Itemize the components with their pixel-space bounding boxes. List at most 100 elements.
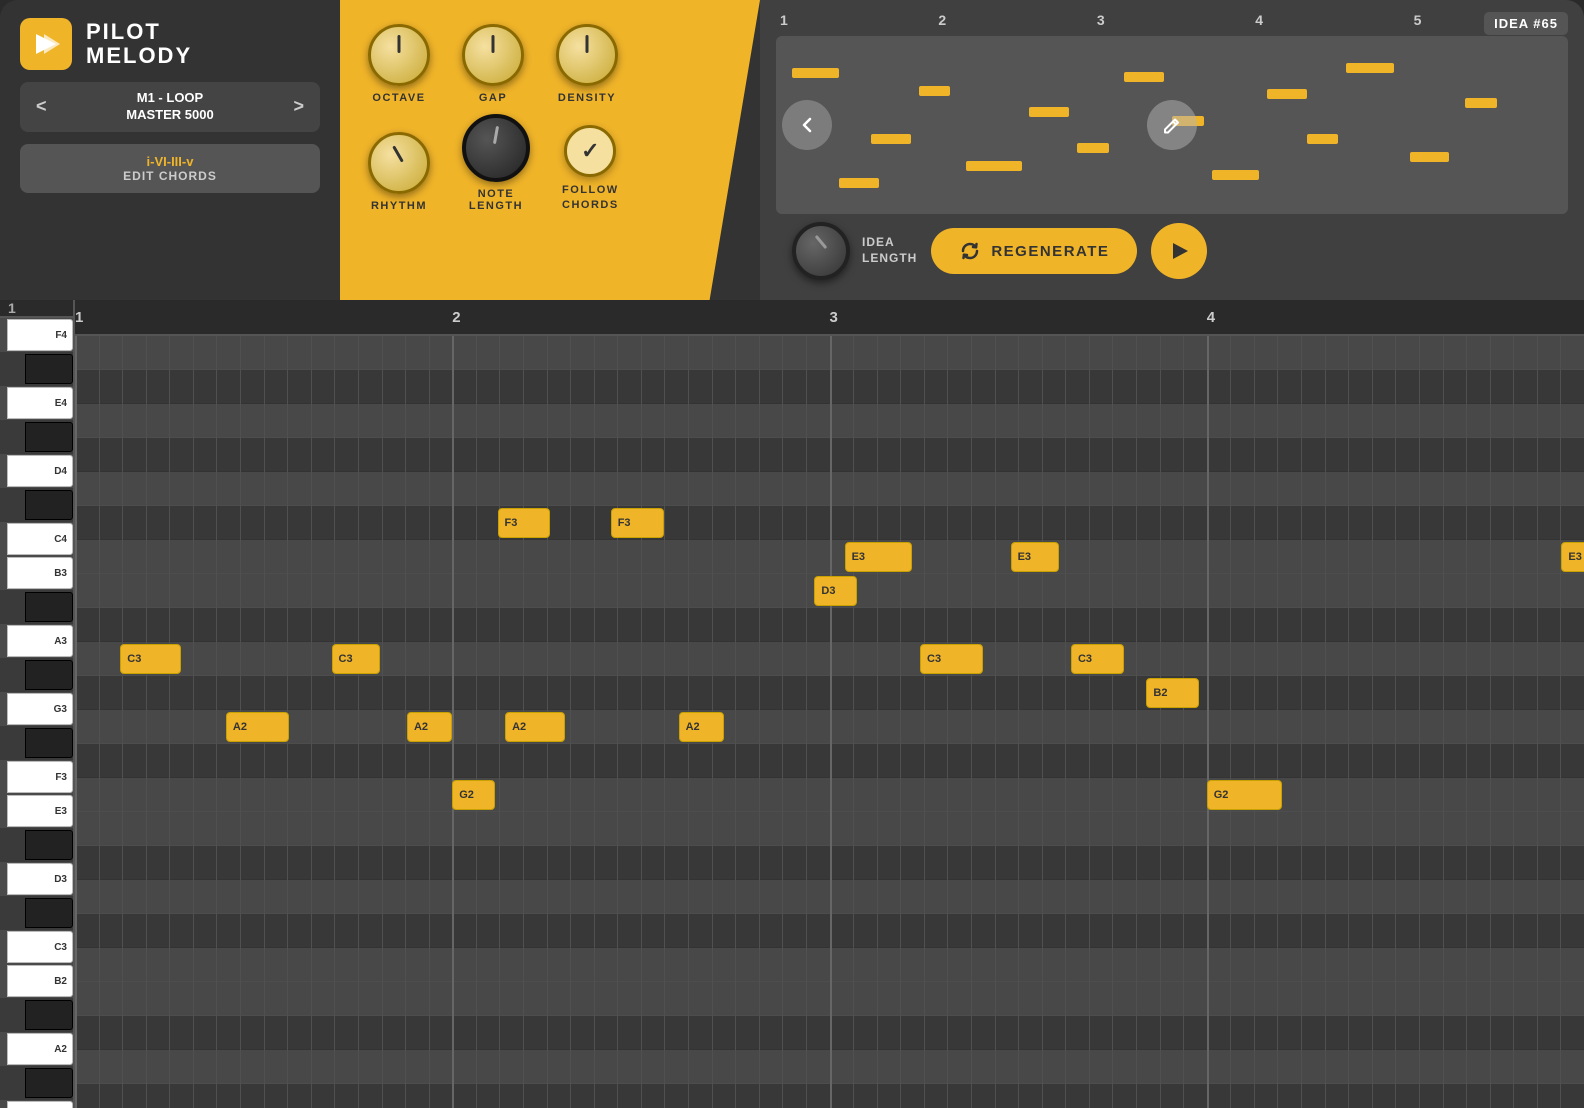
octave-knob-group: OCTAVE	[368, 24, 430, 104]
white-key[interactable]: D4	[7, 455, 73, 487]
preview-back-button[interactable]	[782, 100, 832, 150]
white-key[interactable]: B2	[7, 965, 73, 997]
grid-row	[75, 540, 1584, 574]
white-key[interactable]: D3	[7, 863, 73, 895]
grid-row	[75, 608, 1584, 642]
gap-label: GAP	[479, 92, 507, 104]
beat-number: 3	[830, 309, 838, 326]
piano-key-row: E3	[0, 794, 73, 828]
play-icon	[1168, 240, 1190, 262]
piano-key-row	[0, 420, 73, 454]
regenerate-label: REGENERATE	[991, 243, 1109, 260]
note-block[interactable]: G2	[1207, 780, 1282, 810]
piano-key-row	[0, 1066, 73, 1100]
preview-note	[1307, 134, 1339, 144]
piano-key-row	[0, 352, 73, 386]
preview-note	[1077, 143, 1109, 153]
grid-row	[75, 846, 1584, 880]
idea-length-label: IDEALENGTH	[862, 235, 917, 266]
preview-beat-numbers: 1 2 3 4 5	[776, 12, 1568, 28]
white-key[interactable]: E4	[7, 387, 73, 419]
white-key[interactable]: C4	[7, 523, 73, 555]
note-block[interactable]: E3	[1011, 542, 1059, 572]
piano-key-row: G2	[0, 1100, 73, 1108]
loop-next-button[interactable]: >	[283, 92, 314, 121]
white-key[interactable]: F3	[7, 761, 73, 793]
note-block[interactable]: D3	[814, 576, 856, 606]
grid-row	[75, 1050, 1584, 1084]
preview-note	[1267, 89, 1307, 99]
loop-prev-button[interactable]: <	[26, 92, 57, 121]
note-block[interactable]: F3	[611, 508, 664, 538]
piano-key-row	[0, 998, 73, 1032]
grid-row	[75, 404, 1584, 438]
rhythm-knob[interactable]	[368, 132, 430, 194]
top-bar: PILOT MELODY < M1 - LOOPMASTER 5000 > i-…	[0, 0, 1584, 300]
black-key[interactable]	[25, 354, 73, 384]
white-key[interactable]: G3	[7, 693, 73, 725]
white-key[interactable]: A2	[7, 1033, 73, 1065]
note-block[interactable]: A2	[407, 712, 452, 742]
gap-knob-group: GAP	[462, 24, 524, 104]
white-key[interactable]: B3	[7, 557, 73, 589]
idea-length-knob[interactable]	[792, 222, 850, 280]
note-block[interactable]: C3	[1071, 644, 1124, 674]
preview-edit-button[interactable]	[1147, 100, 1197, 150]
density-label: DENSITY	[558, 92, 616, 104]
note-block[interactable]: C3	[920, 644, 983, 674]
white-key[interactable]: G2	[7, 1101, 73, 1108]
black-key[interactable]	[25, 1068, 73, 1098]
piano-key-row	[0, 726, 73, 760]
note-length-label: NOTELENGTH	[469, 188, 523, 212]
bottom-controls: IDEALENGTH REGENERATE	[776, 222, 1568, 288]
follow-chords-group: ✓ FOLLOWCHORDS	[562, 125, 619, 212]
note-block[interactable]: E3	[1561, 542, 1584, 572]
checkmark-icon: ✓	[581, 138, 599, 164]
preview-section: 1 2 3 4 5 IDEA #65	[760, 0, 1584, 300]
top-knob-row: OCTAVE GAP DENSITY	[368, 24, 700, 104]
chord-name: i-VI-III-v	[34, 154, 306, 169]
grid-row	[75, 778, 1584, 812]
gap-knob[interactable]	[462, 24, 524, 86]
preview-note	[792, 68, 840, 78]
note-block[interactable]: B2	[1146, 678, 1199, 708]
octave-knob[interactable]	[368, 24, 430, 86]
black-key[interactable]	[25, 592, 73, 622]
white-key[interactable]: E3	[7, 795, 73, 827]
grid-row	[75, 710, 1584, 744]
grid-row	[75, 1084, 1584, 1108]
note-block[interactable]: C3	[120, 644, 180, 674]
grid-row	[75, 472, 1584, 506]
note-block[interactable]: E3	[845, 542, 913, 572]
piano-roll: 1 F4E4D4C4B3A3G3F3E3D3C3B2A2G2F2E2 1234 …	[0, 300, 1584, 1108]
note-block[interactable]: A2	[505, 712, 565, 742]
piano-key-row: C3	[0, 930, 73, 964]
piano-key-row	[0, 488, 73, 522]
black-key[interactable]	[25, 660, 73, 690]
white-key[interactable]: F4	[7, 319, 73, 351]
note-block[interactable]: G2	[452, 780, 494, 810]
note-block[interactable]: A2	[226, 712, 289, 742]
black-key[interactable]	[25, 1000, 73, 1030]
beat-number: 1	[75, 309, 83, 326]
grid-row	[75, 676, 1584, 710]
black-key[interactable]	[25, 898, 73, 928]
chord-button[interactable]: i-VI-III-v EDIT CHORDS	[20, 144, 320, 193]
white-key[interactable]: A3	[7, 625, 73, 657]
white-key[interactable]: C3	[7, 931, 73, 963]
density-knob[interactable]	[556, 24, 618, 86]
note-block[interactable]: F3	[498, 508, 551, 538]
black-key[interactable]	[25, 422, 73, 452]
note-block[interactable]: C3	[332, 644, 380, 674]
piano-key-row: D4	[0, 454, 73, 488]
black-key[interactable]	[25, 728, 73, 758]
black-key[interactable]	[25, 490, 73, 520]
note-length-knob-group: NOTELENGTH	[462, 114, 530, 212]
follow-chords-toggle[interactable]: ✓	[564, 125, 616, 177]
note-block[interactable]: A2	[679, 712, 724, 742]
play-button[interactable]	[1151, 223, 1207, 279]
grid-row	[75, 812, 1584, 846]
note-length-knob[interactable]	[462, 114, 530, 182]
regenerate-button[interactable]: REGENERATE	[931, 228, 1137, 274]
black-key[interactable]	[25, 830, 73, 860]
